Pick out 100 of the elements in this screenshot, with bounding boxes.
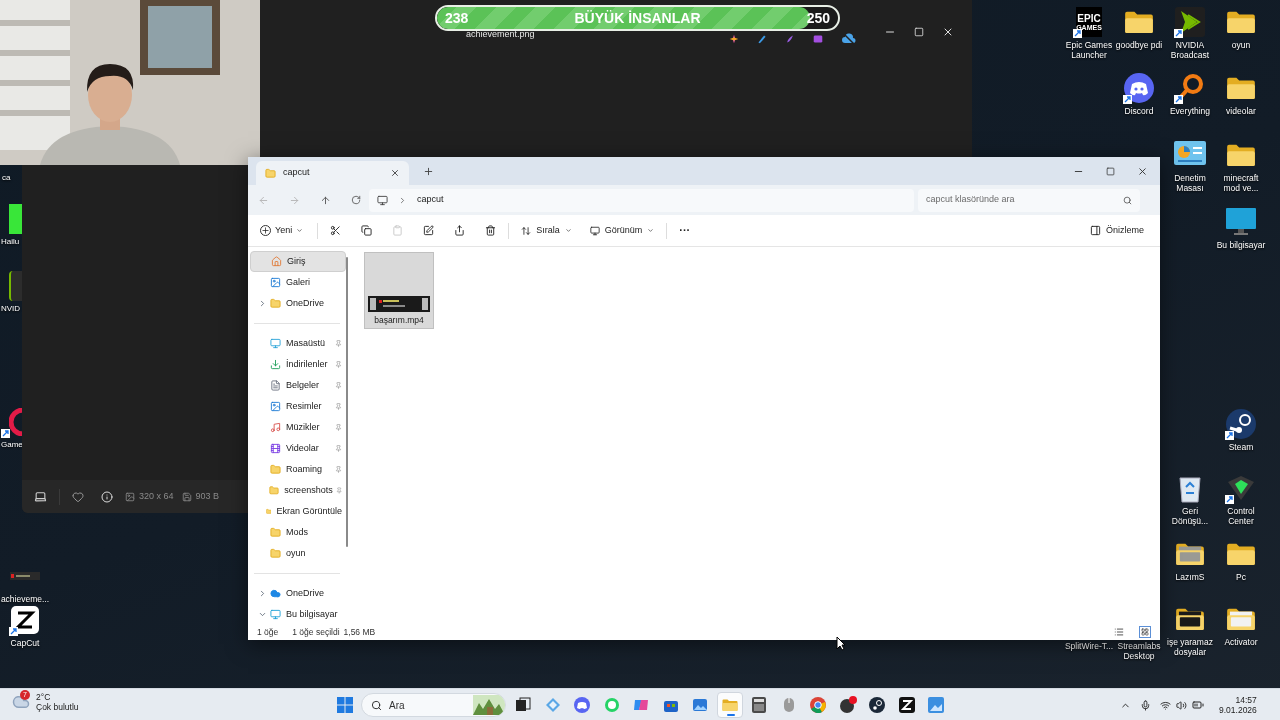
details-view-button[interactable] bbox=[1113, 626, 1125, 638]
chat-bubble-icon bbox=[603, 697, 620, 713]
favorite-heart-icon[interactable] bbox=[72, 490, 84, 503]
desktop-icon[interactable]: SplitWire-T... bbox=[1064, 639, 1114, 651]
document-icon bbox=[270, 380, 281, 391]
new-button[interactable]: Yeni bbox=[258, 218, 306, 243]
search-field[interactable]: Ara bbox=[361, 693, 506, 717]
desktop-icon[interactable]: Hailu bbox=[1, 203, 23, 247]
desktop-icon[interactable]: Control Center bbox=[1216, 472, 1266, 526]
video-icon[interactable] bbox=[813, 34, 823, 44]
share-button[interactable] bbox=[454, 225, 466, 236]
desktop-icon[interactable]: Everything bbox=[1165, 72, 1215, 116]
folder-icon bbox=[1226, 143, 1256, 167]
desktop-icon[interactable]: Game bbox=[1, 406, 23, 450]
desktop-icon[interactable]: işe yaramaz dosyalar bbox=[1165, 603, 1215, 657]
speaker-icon[interactable] bbox=[1176, 699, 1187, 711]
microphone-icon[interactable] bbox=[1140, 699, 1151, 711]
desktop-icon[interactable]: goodbye pdi bbox=[1114, 6, 1164, 50]
sparkle-icon[interactable] bbox=[729, 34, 739, 44]
sidebar-item[interactable]: Müzikler bbox=[250, 417, 346, 438]
desktop-icon[interactable]: videolar bbox=[1216, 72, 1266, 116]
folder-icon bbox=[265, 506, 272, 517]
sidebar-item[interactable]: Giriş bbox=[250, 251, 346, 272]
wifi-icon[interactable] bbox=[1160, 699, 1171, 711]
desktop-icon[interactable]: Pc bbox=[1216, 538, 1266, 582]
laptop-icon[interactable] bbox=[34, 490, 47, 503]
sidebar-item[interactable]: Bu bilgisayar bbox=[250, 604, 346, 625]
sidebar-item[interactable]: OneDrive bbox=[250, 583, 346, 604]
delete-button[interactable] bbox=[485, 225, 497, 236]
tiles-view-button[interactable] bbox=[1139, 626, 1151, 638]
more-button[interactable]: ··· bbox=[679, 225, 691, 236]
desktop-icon[interactable]: Denetim Masası bbox=[1165, 139, 1215, 193]
game-controller-icon bbox=[574, 697, 590, 713]
desktop-icon[interactable]: oyun bbox=[1216, 6, 1266, 50]
search-field[interactable]: capcut klasöründe ara bbox=[918, 188, 1140, 212]
folder-icon bbox=[1226, 76, 1256, 100]
sort-button[interactable]: Sırala bbox=[521, 223, 572, 238]
address-bar[interactable]: capcut bbox=[369, 188, 914, 212]
info-icon[interactable] bbox=[101, 490, 113, 503]
chevrons-icon bbox=[1175, 7, 1205, 37]
sidebar-item[interactable]: oyun bbox=[250, 543, 346, 564]
tab[interactable]: capcut bbox=[256, 161, 409, 185]
app-icon bbox=[838, 696, 857, 714]
desktop-icon[interactable]: Discord bbox=[1114, 72, 1164, 116]
close-tab-icon[interactable] bbox=[390, 168, 400, 178]
desktop-icon[interactable]: LazımS bbox=[1165, 538, 1215, 582]
sidebar-item[interactable]: İndirilenler bbox=[250, 354, 346, 375]
sidebar-item[interactable]: Belgeler bbox=[250, 375, 346, 396]
sidebar-item[interactable]: Masaüstü bbox=[250, 333, 346, 354]
chevron-right-icon[interactable] bbox=[258, 299, 267, 308]
brush-icon[interactable] bbox=[785, 34, 795, 44]
file-item[interactable]: başarım.mp4 bbox=[364, 252, 434, 329]
sidebar-item[interactable]: Roaming bbox=[250, 459, 346, 480]
pen-icon[interactable] bbox=[757, 34, 767, 44]
sidebar-item[interactable]: Videolar bbox=[250, 438, 346, 459]
view-button[interactable]: Görünüm bbox=[589, 223, 655, 238]
close-button[interactable] bbox=[1137, 165, 1148, 177]
shortcut-arrow-icon bbox=[1123, 95, 1132, 104]
gem-icon bbox=[1226, 474, 1256, 502]
close-button[interactable] bbox=[942, 26, 954, 38]
desktop-icon[interactable]: Steam bbox=[1216, 408, 1266, 452]
up-button[interactable] bbox=[320, 194, 331, 206]
new-tab-button[interactable] bbox=[423, 166, 434, 177]
sidebar-item[interactable]: Galeri bbox=[250, 272, 346, 293]
desktop-icon[interactable]: ca bbox=[2, 171, 24, 183]
cloud-off-icon[interactable] bbox=[841, 32, 857, 46]
desktop-icon[interactable]: NVIDIA Broadcast bbox=[1165, 6, 1215, 60]
maximize-button[interactable] bbox=[1106, 166, 1115, 176]
chevron-down-icon[interactable] bbox=[258, 610, 267, 619]
sidebar-item[interactable]: Resimler bbox=[250, 396, 346, 417]
cut-button[interactable] bbox=[330, 225, 342, 236]
sidebar-item[interactable]: screenshots bbox=[250, 480, 346, 501]
sidebar-item[interactable]: Mods bbox=[250, 522, 346, 543]
sidebar-item[interactable]: Ekran Görüntüle bbox=[250, 501, 346, 522]
desktop-icon[interactable]: CapCut bbox=[0, 604, 53, 648]
chevron-right-icon[interactable] bbox=[258, 589, 267, 598]
desktop-icon[interactable]: Bu bilgisayar bbox=[1216, 206, 1266, 250]
rename-button[interactable] bbox=[423, 225, 435, 236]
folder-icon bbox=[270, 548, 281, 559]
clock[interactable]: 14:57 9.01.2026 bbox=[1219, 695, 1257, 715]
sort-icon bbox=[521, 225, 532, 236]
desktop-icon[interactable]: achieveme... bbox=[0, 560, 52, 604]
preview-button[interactable]: Önizleme bbox=[1090, 223, 1150, 238]
scrollbar-thumb[interactable] bbox=[346, 257, 348, 547]
refresh-button[interactable] bbox=[351, 195, 361, 205]
copy-button[interactable] bbox=[361, 225, 373, 236]
breadcrumb[interactable]: capcut bbox=[417, 193, 444, 207]
shortcut-arrow-icon bbox=[1073, 29, 1082, 38]
battery-icon[interactable] bbox=[1192, 699, 1204, 711]
temperature: 2°C bbox=[36, 692, 52, 702]
shortcut-arrow-icon bbox=[1225, 495, 1234, 504]
calculator-icon bbox=[752, 697, 766, 713]
sidebar-item[interactable]: OneDrive bbox=[250, 293, 346, 314]
desktop-icon[interactable]: minecraft mod ve... bbox=[1216, 139, 1266, 193]
desktop-icon[interactable]: Activator bbox=[1216, 603, 1266, 647]
folder-icon bbox=[269, 485, 280, 496]
desktop-icon[interactable]: Streamlabs Desktop bbox=[1114, 639, 1164, 661]
search-icon bbox=[1123, 195, 1132, 205]
weather-condition: Çok bulutlu bbox=[36, 702, 79, 712]
desktop-icon[interactable]: Geri Dönüşü... bbox=[1165, 472, 1215, 526]
